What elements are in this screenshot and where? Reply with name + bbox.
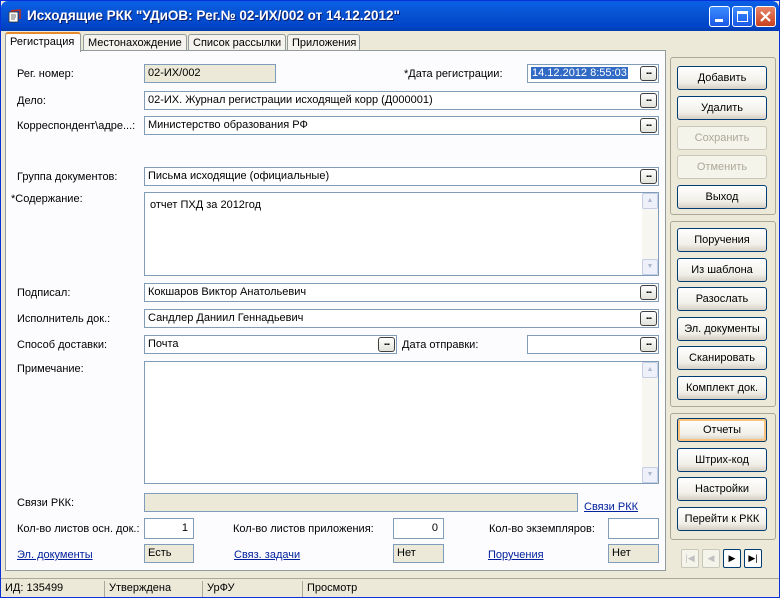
signed-by-field[interactable]: Кокшаров Виктор Анатольевич: [144, 283, 659, 302]
links-rkk-link[interactable]: Связи РКК: [584, 501, 638, 513]
main-sheets-label: Кол-во листов осн. док.:: [17, 523, 140, 535]
barcode-button[interactable]: Штрих-код: [677, 448, 767, 472]
from-template-button[interactable]: Из шаблона: [677, 258, 767, 282]
close-icon: [760, 11, 771, 22]
note-scrollbar[interactable]: ▲ ▼: [642, 362, 658, 483]
related-tasks-link[interactable]: Связ. задачи: [234, 549, 300, 561]
status-id: ИД: 135499: [1, 581, 105, 597]
case-select-button[interactable]: ...: [640, 93, 657, 108]
related-tasks-status: Нет: [393, 544, 444, 563]
cancel-button[interactable]: Отменить: [677, 155, 767, 179]
reg-date-label: *Дата регистрации:: [404, 68, 503, 80]
send-date-picker-button[interactable]: ...: [640, 337, 657, 352]
prev-record-icon: ◀: [707, 553, 715, 563]
case-field[interactable]: 02-ИХ. Журнал регистрации исходящей корр…: [144, 91, 659, 110]
doc-group-field[interactable]: Письма исходящие (официальные): [144, 167, 659, 186]
reg-date-picker-button[interactable]: ...: [640, 66, 657, 81]
add-button[interactable]: Добавить: [677, 66, 767, 90]
minimize-icon: [715, 19, 723, 22]
scroll-up-icon[interactable]: ▲: [642, 362, 658, 378]
links-field: [144, 493, 578, 512]
reg-number-label: Рег. номер:: [17, 68, 74, 80]
signed-by-select-button[interactable]: ...: [640, 285, 657, 300]
links-label: Связи РКК:: [17, 497, 75, 509]
window: Исходящие РКК "УДиОВ: Рег.№ 02-ИХ/002 от…: [0, 0, 780, 598]
el-documents-link[interactable]: Эл. документы: [17, 549, 93, 561]
first-record-icon: |◀: [685, 553, 695, 563]
correspondent-select-button[interactable]: ...: [640, 118, 657, 133]
status-org: УрФУ: [203, 581, 303, 597]
copies-label: Кол-во экземпляров:: [489, 523, 595, 535]
attach-sheets-field[interactable]: 0: [393, 518, 444, 539]
instructions-button[interactable]: Поручения: [677, 228, 767, 252]
goto-rkk-button[interactable]: Перейти к РКК: [677, 507, 767, 531]
executor-label: Исполнитель док.:: [17, 313, 111, 325]
content-textarea[interactable]: отчет ПХД за 2012год ▲ ▼: [144, 192, 659, 276]
send-out-button[interactable]: Разослать: [677, 287, 767, 311]
note-textarea[interactable]: ▲ ▼: [144, 361, 659, 484]
content-scrollbar[interactable]: ▲ ▼: [642, 193, 658, 275]
window-title: Исходящие РКК "УДиОВ: Рег.№ 02-ИХ/002 от…: [27, 8, 400, 23]
el-documents-status: Есть: [144, 544, 194, 563]
el-documents-button[interactable]: Эл. документы: [677, 317, 767, 341]
next-record-button[interactable]: ▶: [723, 549, 741, 568]
main-sheets-field[interactable]: 1: [144, 518, 194, 539]
reg-number-field: 02-ИХ/002: [144, 64, 276, 83]
maximize-icon: [737, 11, 748, 22]
reg-date-value: 14.12.2012 8:55:03: [531, 67, 628, 79]
executor-select-button[interactable]: ...: [640, 311, 657, 326]
tab-location[interactable]: Местонахождение: [83, 34, 187, 51]
copies-field[interactable]: [608, 518, 659, 539]
instructions-link[interactable]: Поручения: [488, 549, 544, 561]
doc-group-label: Группа документов:: [17, 171, 118, 183]
last-record-button[interactable]: ▶|: [744, 549, 762, 568]
delete-button[interactable]: Удалить: [677, 96, 767, 120]
prev-record-button[interactable]: ◀: [702, 549, 720, 568]
executor-field[interactable]: Сандлер Даниил Геннадьевич: [144, 309, 659, 328]
title-bar[interactable]: Исходящие РКК "УДиОВ: Рег.№ 02-ИХ/002 от…: [1, 1, 779, 31]
correspondent-label: Корреспондент\адре...:: [17, 120, 136, 132]
delivery-label: Способ доставки:: [17, 339, 108, 351]
exit-button[interactable]: Выход: [677, 185, 767, 209]
status-bar: ИД: 135499 Утверждена УрФУ Просмотр: [1, 578, 779, 597]
maximize-button[interactable]: [732, 6, 753, 27]
reports-button[interactable]: Отчеты: [677, 418, 767, 442]
content-text: отчет ПХД за 2012год: [150, 199, 261, 211]
doc-set-button[interactable]: Комплект док.: [677, 376, 767, 400]
first-record-button[interactable]: |◀: [681, 549, 699, 568]
content-label: *Содержание:: [11, 193, 83, 205]
scroll-down-icon[interactable]: ▼: [642, 467, 658, 483]
last-record-icon: ▶|: [748, 553, 758, 563]
scan-button[interactable]: Сканировать: [677, 346, 767, 370]
scroll-up-icon[interactable]: ▲: [642, 193, 658, 209]
case-label: Дело:: [17, 95, 46, 107]
app-icon: [8, 9, 21, 23]
next-record-icon: ▶: [728, 553, 736, 563]
attach-sheets-label: Кол-во листов приложения:: [233, 523, 374, 535]
send-date-label: Дата отправки:: [402, 339, 479, 351]
minimize-button[interactable]: [709, 6, 730, 27]
instructions-status: Нет: [608, 544, 659, 563]
tab-registration[interactable]: Регистрация: [5, 32, 81, 52]
delivery-field[interactable]: Почта: [144, 335, 397, 354]
doc-group-select-button[interactable]: ...: [640, 169, 657, 184]
settings-button[interactable]: Настройки: [677, 477, 767, 501]
status-mode: Просмотр: [307, 582, 358, 594]
correspondent-field[interactable]: Министерство образования РФ: [144, 116, 659, 135]
signed-by-label: Подписал:: [17, 287, 71, 299]
status-state: Утверждена: [105, 581, 203, 597]
note-label: Примечание:: [17, 363, 84, 375]
save-button[interactable]: Сохранить: [677, 126, 767, 150]
scroll-down-icon[interactable]: ▼: [642, 259, 658, 275]
close-button[interactable]: [755, 6, 776, 27]
delivery-select-button[interactable]: ...: [378, 337, 395, 352]
tab-attachments[interactable]: Приложения: [287, 34, 360, 51]
tab-mailing-list[interactable]: Список рассылки: [188, 34, 286, 51]
